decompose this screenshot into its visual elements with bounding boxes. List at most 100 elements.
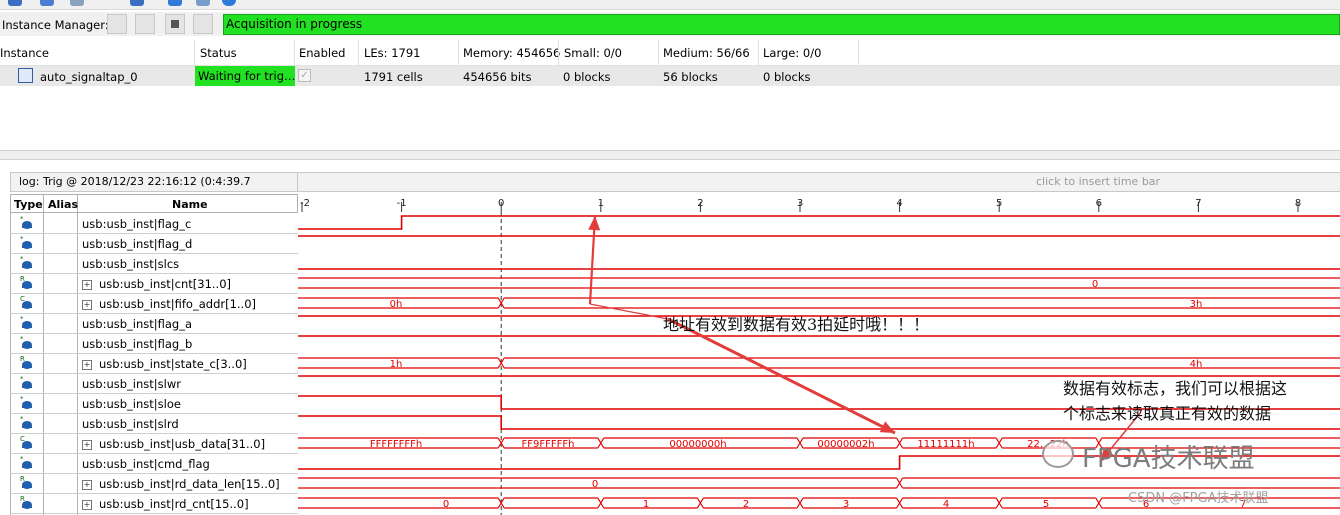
col-medium[interactable]: Medium: 56/66 (663, 46, 750, 60)
col-status[interactable]: Status (200, 46, 237, 60)
signal-name-text: usb:usb_inst|sloe (82, 397, 181, 411)
bus-segment (298, 277, 1340, 289)
col-memory[interactable]: Memory: 454656 (463, 46, 560, 60)
signal-type-icon: C (11, 293, 43, 312)
instance-manager-label: Instance Manager: (2, 18, 109, 32)
expand-bus-icon[interactable]: + (82, 280, 92, 290)
autorun-icon[interactable] (196, 0, 210, 6)
instance-name: auto_signaltap_0 (40, 70, 138, 84)
signal-name[interactable]: usb:usb_inst|flag_b (82, 337, 192, 351)
acquisition-status: Acquisition in progress (223, 14, 1340, 35)
signal-type-icon: R (11, 353, 43, 372)
signal-name[interactable]: usb:usb_inst|slwr (82, 377, 181, 391)
signal-type-icon: * (11, 393, 43, 412)
signal-name-text: usb:usb_inst|flag_d (82, 237, 193, 251)
save-icon[interactable] (8, 0, 22, 6)
annotation-flag-note-line1: 数据有效标志，我们可以根据这 (1063, 379, 1288, 398)
time-tick-label: -1 (397, 198, 407, 209)
wechat-logo-icon (1042, 440, 1074, 468)
signal-name[interactable]: + usb:usb_inst|cnt[31..0] (82, 277, 231, 291)
search-icon[interactable] (130, 0, 144, 6)
col-large[interactable]: Large: 0/0 (763, 46, 821, 60)
bus-value-label: 00000000h (669, 439, 726, 450)
signal-name[interactable]: usb:usb_inst|flag_c (82, 217, 191, 231)
info-icon[interactable] (222, 0, 236, 6)
expand-bus-icon[interactable]: + (82, 440, 92, 450)
stop-analysis-button[interactable] (165, 14, 185, 34)
col-type[interactable]: Type (14, 198, 43, 211)
run-icon[interactable] (168, 0, 182, 6)
signal-name[interactable]: usb:usb_inst|flag_a (82, 317, 192, 331)
expand-bus-icon[interactable]: + (82, 500, 92, 510)
bit-waveform (298, 215, 1340, 230)
signal-name-text: usb:usb_inst|flag_a (82, 317, 193, 331)
bus-segment (298, 497, 499, 509)
run-analysis-button[interactable] (135, 14, 155, 34)
col-les[interactable]: LEs: 1791 (364, 46, 420, 60)
bus-value-label: 0 (443, 499, 449, 510)
bus-value-label: FF9FFFFFh (522, 439, 575, 450)
bus-segment (504, 297, 1340, 309)
col-enabled[interactable]: Enabled (299, 46, 345, 60)
enabled-checkbox[interactable]: ✓ (298, 69, 311, 82)
svg-text:*: * (20, 335, 24, 343)
signal-name[interactable]: usb:usb_inst|sloe (82, 397, 181, 411)
signal-name-text: usb:usb_inst|cnt[31..0] (99, 277, 231, 291)
signal-name[interactable]: usb:usb_inst|flag_d (82, 237, 192, 251)
bus-value-label: FFFFFFFFh (370, 439, 422, 450)
bus-transition (896, 437, 904, 449)
log-header: log: Trig @ 2018/12/23 22:16:12 (0:4:39.… (10, 172, 298, 206)
bus-value-label: 0 (592, 479, 598, 490)
signal-name[interactable]: + usb:usb_inst|rd_cnt[15..0] (82, 497, 249, 511)
bus-value-label: 3h (1190, 299, 1203, 310)
expand-bus-icon[interactable]: + (82, 300, 92, 310)
signal-name-text: usb:usb_inst|slcs (82, 257, 180, 271)
instance-les: 1791 cells (364, 70, 423, 84)
time-bar-area[interactable] (298, 172, 1340, 192)
bus-value-label: 4h (1190, 359, 1203, 370)
scan-chain-button[interactable] (107, 14, 127, 34)
expand-bus-icon[interactable]: + (82, 480, 92, 490)
signal-type-icon: R (11, 273, 43, 292)
col-alias[interactable]: Alias (48, 198, 78, 211)
bus-transition (796, 437, 804, 449)
bus-value-label: 0 (1092, 279, 1098, 290)
bus-value-label: 00000002h (817, 439, 874, 450)
signal-name[interactable]: + usb:usb_inst|state_c[3..0] (82, 357, 247, 371)
col-instance[interactable]: Instance (0, 46, 49, 60)
signal-name[interactable]: usb:usb_inst|slcs (82, 257, 179, 271)
signal-name[interactable]: usb:usb_inst|slrd (82, 417, 179, 431)
time-tick-label: 0 (498, 198, 504, 209)
time-tick-label: 3 (797, 198, 803, 209)
open-icon[interactable] (40, 0, 54, 6)
stop-icon (171, 20, 179, 28)
svg-text:*: * (20, 215, 24, 223)
undo-icon[interactable] (70, 0, 84, 6)
read-data-button[interactable] (193, 14, 213, 34)
signal-name[interactable]: + usb:usb_inst|usb_data[31..0] (82, 437, 265, 451)
signal-name-text: usb:usb_inst|flag_b (82, 337, 193, 351)
instance-medium: 56 blocks (663, 70, 718, 84)
toolbar (0, 0, 1340, 10)
signal-name[interactable]: usb:usb_inst|cmd_flag (82, 457, 210, 471)
signal-name[interactable]: + usb:usb_inst|fifo_addr[1..0] (82, 297, 256, 311)
svg-text:*: * (20, 255, 24, 263)
col-small[interactable]: Small: 0/0 (564, 46, 622, 60)
time-tick-label: 6 (1096, 198, 1102, 209)
signal-name-text: usb:usb_inst|rd_cnt[15..0] (99, 497, 249, 511)
signal-name[interactable]: + usb:usb_inst|rd_data_len[15..0] (82, 477, 280, 491)
insert-time-bar-hint: click to insert time bar (1036, 175, 1161, 188)
time-tick-label: 4 (896, 198, 902, 209)
signal-name-text: usb:usb_inst|usb_data[31..0] (99, 437, 266, 451)
bus-transition (696, 497, 704, 509)
signal-type-icon: C (11, 433, 43, 452)
signal-type-icon: * (11, 213, 43, 232)
col-name[interactable]: Name (172, 198, 208, 211)
time-tick-label: 5 (996, 198, 1002, 209)
svg-text:*: * (20, 235, 24, 243)
expand-bus-icon[interactable]: + (82, 360, 92, 370)
bus-value-label: 2 (743, 499, 749, 510)
annotation-flag-note-line2: 个标志来读取真正有效的数据 (1063, 404, 1272, 423)
pane-splitter[interactable] (0, 150, 1340, 160)
instance-small: 0 blocks (563, 70, 611, 84)
